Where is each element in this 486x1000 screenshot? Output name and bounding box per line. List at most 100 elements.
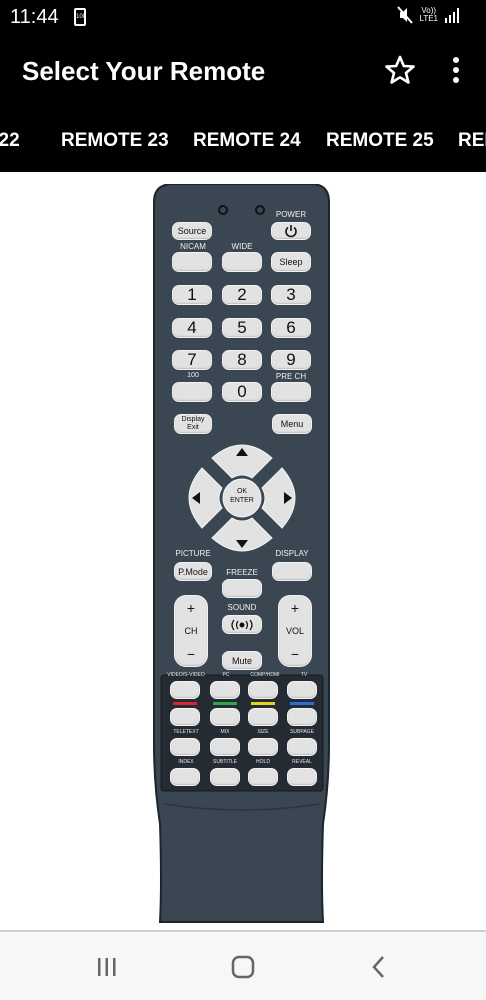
digit-0-button[interactable]: 0: [222, 382, 262, 402]
digit-3-button[interactable]: 3: [271, 285, 311, 305]
channel-rocker[interactable]: + CH −: [174, 595, 208, 667]
nicam-button[interactable]: [172, 252, 212, 272]
subtitle-label: SUBTITLE: [213, 759, 237, 765]
yellow-button[interactable]: [248, 708, 278, 726]
display-exit-label-top: Display: [181, 416, 205, 423]
index-label: INDEX: [178, 759, 194, 765]
status-time: 11:44: [10, 6, 59, 28]
teletext-button[interactable]: [170, 738, 200, 756]
mix-label: MIX: [220, 729, 230, 735]
green-button[interactable]: [210, 708, 240, 726]
wide-label: WIDE: [231, 242, 253, 251]
digit-8-button[interactable]: 8: [222, 350, 262, 370]
ok-label: OK: [236, 488, 248, 495]
status-icons: Vo)) LTE1: [397, 6, 462, 24]
channel-up-button[interactable]: +: [187, 600, 195, 616]
freeze-button[interactable]: [222, 579, 262, 598]
tab-remote-25[interactable]: REMOTE 25: [326, 130, 434, 152]
reveal-button[interactable]: [287, 768, 317, 786]
digit-9-button[interactable]: 9: [271, 350, 311, 370]
volume-down-button[interactable]: −: [291, 646, 299, 662]
power-label: POWER: [275, 210, 307, 219]
remote-control: POWER Source NICAM WIDE Sleep 1 2 3 4 5 …: [153, 184, 331, 924]
battery-icon: 100: [74, 8, 86, 26]
tab-remote-24[interactable]: REMOTE 24: [193, 130, 301, 152]
sleep-button[interactable]: Sleep: [271, 252, 311, 272]
page-title: Select Your Remote: [22, 56, 266, 86]
source-button[interactable]: Source: [172, 222, 212, 240]
enter-label: ENTER: [230, 497, 254, 504]
blue-button[interactable]: [287, 708, 317, 726]
display-exit-label-bottom: Exit: [187, 424, 199, 431]
status-bar: 11:44 100 Vo)) LTE1: [0, 0, 486, 36]
pre-ch-button[interactable]: [271, 382, 311, 402]
home-icon[interactable]: [228, 952, 258, 982]
back-icon[interactable]: [364, 952, 394, 982]
reveal-label: REVEAL: [292, 759, 312, 765]
display-exit-button[interactable]: Display Exit: [174, 414, 212, 434]
teletext-label: TELETEXT: [173, 729, 199, 735]
power-button[interactable]: [271, 222, 311, 240]
remote-tabs: REMOTE 22 REMOTE 23 REMOTE 24 REMOTE 25 …: [0, 108, 486, 172]
system-nav-bar: [0, 930, 486, 1000]
app-bar: Select Your Remote: [0, 36, 486, 108]
pre-ch-label: PRE CH: [275, 372, 307, 381]
hold-label: HOLD: [256, 759, 270, 765]
comp-hdmi-button[interactable]: [248, 681, 278, 699]
pc-label: PC: [222, 672, 230, 678]
network-label-bottom: LTE1: [419, 14, 438, 23]
network-label: Vo)) LTE1: [419, 7, 438, 23]
tab-remote-23[interactable]: REMOTE 23: [61, 130, 169, 152]
star-icon[interactable]: [384, 54, 416, 86]
subpage-label: SUBPAGE: [290, 729, 314, 735]
ch-label: CH: [184, 626, 198, 636]
digit-7-button[interactable]: 7: [172, 350, 212, 370]
sound-icon: [231, 619, 253, 630]
size-button[interactable]: [248, 738, 278, 756]
video-svideo-label: VIDEO/S-VIDEO: [167, 672, 205, 678]
more-vert-icon[interactable]: [446, 54, 466, 86]
pc-button[interactable]: [210, 681, 240, 699]
green-key-strip: [213, 702, 237, 705]
channel-down-button[interactable]: −: [187, 646, 195, 662]
nicam-label: NICAM: [180, 242, 206, 251]
digit-2-button[interactable]: 2: [222, 285, 262, 305]
hundred-button[interactable]: [172, 382, 212, 402]
video-svideo-button[interactable]: [170, 681, 200, 699]
display-label: DISPLAY: [275, 549, 309, 558]
tv-button[interactable]: [287, 681, 317, 699]
sound-button[interactable]: [222, 615, 262, 634]
vol-label: VOL: [285, 626, 304, 636]
subpage-button[interactable]: [287, 738, 317, 756]
digit-5-button[interactable]: 5: [222, 318, 262, 338]
yellow-key-strip: [251, 702, 275, 705]
tab-remote-26[interactable]: REMOTE 26: [458, 130, 486, 152]
display-button[interactable]: [272, 562, 312, 581]
digit-4-button[interactable]: 4: [172, 318, 212, 338]
mix-button[interactable]: [210, 738, 240, 756]
power-icon: [285, 225, 297, 238]
wide-button[interactable]: [222, 252, 262, 272]
size-label: SIZE: [257, 729, 269, 735]
tv-label: TV: [300, 672, 308, 678]
index-button[interactable]: [170, 768, 200, 786]
volume-rocker[interactable]: + VOL −: [278, 595, 312, 667]
hundred-label: 100: [187, 372, 199, 379]
blue-key-strip: [290, 702, 314, 705]
subtitle-button[interactable]: [210, 768, 240, 786]
signal-icon: [445, 8, 459, 23]
mute-button[interactable]: Mute: [222, 651, 262, 670]
picture-label: PICTURE: [175, 549, 211, 558]
red-button[interactable]: [170, 708, 200, 726]
pmode-button[interactable]: P.Mode: [174, 562, 212, 581]
red-key-strip: [173, 702, 197, 705]
digit-6-button[interactable]: 6: [271, 318, 311, 338]
comp-hdmi-label: COMP/HDMI: [250, 672, 280, 678]
mute-icon: [397, 6, 414, 24]
tab-remote-22[interactable]: REMOTE 22: [0, 130, 20, 152]
recent-apps-icon[interactable]: [92, 952, 122, 982]
digit-1-button[interactable]: 1: [172, 285, 212, 305]
hold-button[interactable]: [248, 768, 278, 786]
menu-button[interactable]: Menu: [272, 414, 312, 434]
volume-up-button[interactable]: +: [291, 600, 299, 616]
